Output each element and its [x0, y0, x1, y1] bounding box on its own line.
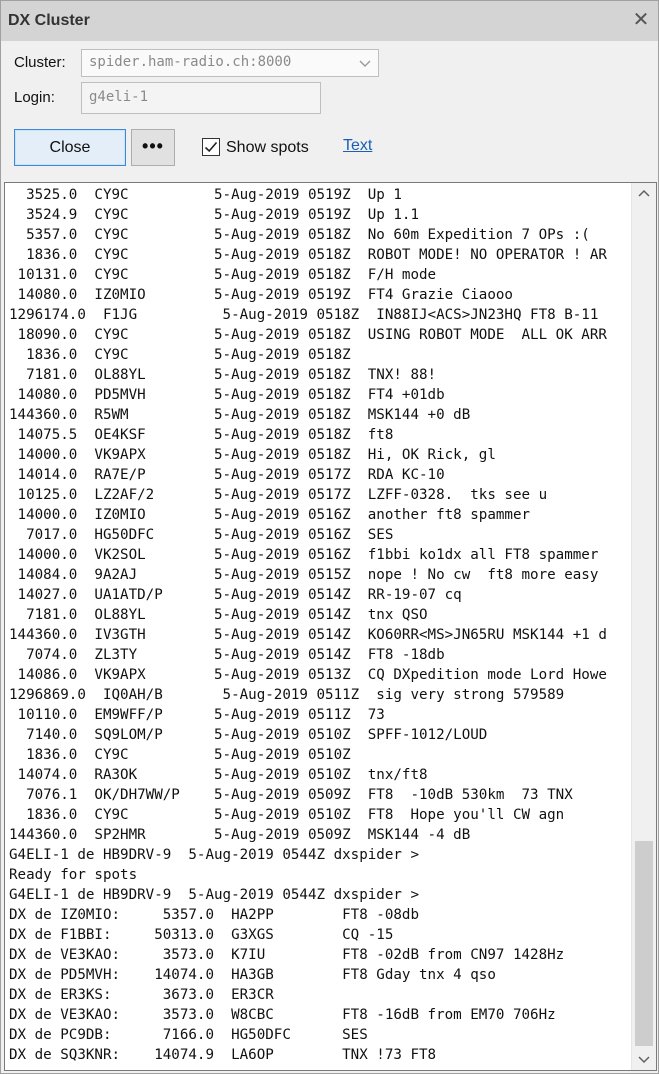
console-line: 14080.0 PD5MVH 5-Aug-2019 0518Z FT4 +01d…: [9, 387, 445, 403]
console-line: 7181.0 OL88YL 5-Aug-2019 0518Z TNX! 88!: [9, 367, 437, 383]
cluster-label: Cluster:: [14, 54, 66, 71]
close-button-label: Close: [49, 139, 91, 156]
console-line: 14084.0 9A2AJ 5-Aug-2019 0515Z nope ! No…: [9, 567, 599, 583]
text-link[interactable]: Text: [343, 137, 372, 155]
cluster-value: spider.ham-radio.ch:8000: [89, 54, 292, 70]
console-line: 1836.0 CY9C 5-Aug-2019 0518Z: [9, 347, 351, 363]
console-line: 5357.0 CY9C 5-Aug-2019 0518Z No 60m Expe…: [9, 227, 590, 243]
console-line: 7076.1 OK/DH7WW/P 5-Aug-2019 0509Z FT8 -…: [9, 787, 573, 803]
title-bar[interactable]: DX Cluster ✕: [1, 1, 658, 41]
console-line: 14000.0 IZ0MIO 5-Aug-2019 0516Z another …: [9, 507, 531, 523]
console-line: 1836.0 CY9C 5-Aug-2019 0510Z FT8 Hope yo…: [9, 807, 565, 823]
show-spots-checkbox[interactable]: [202, 138, 220, 156]
console-line: 144360.0 SP2HMR 5-Aug-2019 0509Z MSK144 …: [9, 827, 471, 843]
console-line: DX de F1BBI: 50313.0 G3XGS CQ -15: [9, 927, 394, 943]
console-line: 7140.0 SQ9LOM/P 5-Aug-2019 0510Z SPFF-10…: [9, 727, 488, 743]
chevron-down-icon[interactable]: [632, 1048, 656, 1070]
show-spots-label[interactable]: Show spots: [226, 139, 309, 157]
console-line: DX de VE3KAO: 3573.0 K7IU FT8 -02dB from…: [9, 947, 565, 963]
console-line: DX de SQ3KNR: 14074.9 LA6OP TNX !73 FT8: [9, 1047, 437, 1063]
console-line: 1296869.0 IQ0AH/B 5-Aug-2019 0511Z sig v…: [9, 687, 565, 703]
console-line: G4ELI-1 de HB9DRV-9 5-Aug-2019 0544Z dxs…: [9, 847, 419, 863]
console-line: DX de PC9DB: 7166.0 HG50DFC SES: [9, 1027, 368, 1043]
chevron-up-icon[interactable]: [632, 183, 656, 205]
console-line: DX de VE3KAO: 3573.0 W8CBC FT8 -16dB fro…: [9, 1007, 556, 1023]
console-line: 10125.0 LZ2AF/2 5-Aug-2019 0517Z LZFF-03…: [9, 487, 548, 503]
console-line: 14027.0 UA1ATD/P 5-Aug-2019 0514Z RR-19-…: [9, 587, 462, 603]
console-line: 14075.5 OE4KSF 5-Aug-2019 0518Z ft8: [9, 427, 394, 443]
console-line: 7017.0 HG50DFC 5-Aug-2019 0516Z SES: [9, 527, 394, 543]
console-line: 1296174.0 F1JG 5-Aug-2019 0518Z IN88IJ<A…: [9, 307, 599, 323]
console-line: G4ELI-1 de HB9DRV-9 5-Aug-2019 0544Z dxs…: [9, 887, 419, 903]
console-line: 14086.0 VK9APX 5-Aug-2019 0513Z CQ DXped…: [9, 667, 607, 683]
console-line: 3525.0 CY9C 5-Aug-2019 0519Z Up 1: [9, 187, 402, 203]
dx-cluster-window: DX Cluster ✕ Cluster: spider.ham-radio.c…: [0, 0, 659, 1074]
close-icon[interactable]: ✕: [630, 9, 652, 31]
console-line: 1836.0 CY9C 5-Aug-2019 0518Z ROBOT MODE!…: [9, 247, 607, 263]
console-line: 18090.0 CY9C 5-Aug-2019 0518Z USING ROBO…: [9, 327, 607, 343]
console-line: DX de PD5MVH: 14074.0 HA3GB FT8 Gday tnx…: [9, 967, 496, 983]
console-line: 1836.0 CY9C 5-Aug-2019 0510Z: [9, 747, 351, 763]
window-title: DX Cluster: [8, 12, 90, 29]
console-line: DX de IZ0MIO: 5357.0 HA2PP FT8 -08db: [9, 907, 419, 923]
console-line: 10131.0 CY9C 5-Aug-2019 0518Z F/H mode: [9, 267, 437, 283]
console-line: 144360.0 R5WM 5-Aug-2019 0518Z MSK144 +0…: [9, 407, 471, 423]
console-line: 7181.0 OL88YL 5-Aug-2019 0514Z tnx QSO: [9, 607, 428, 623]
close-button[interactable]: Close: [14, 129, 126, 166]
more-options-label: •••: [142, 136, 164, 156]
cluster-console[interactable]: 3525.0 CY9C 5-Aug-2019 0519Z Up 1 3524.9…: [4, 182, 657, 1071]
vertical-scrollbar[interactable]: [631, 183, 656, 1070]
more-options-button[interactable]: •••: [131, 129, 175, 166]
console-line: Ready for spots: [9, 867, 138, 883]
chevron-down-icon[interactable]: [352, 50, 378, 76]
console-line: 10110.0 EM9WFF/P 5-Aug-2019 0511Z 73: [9, 707, 385, 723]
console-line: 14080.0 IZ0MIO 5-Aug-2019 0519Z FT4 Graz…: [9, 287, 513, 303]
console-line: 3524.9 CY9C 5-Aug-2019 0519Z Up 1.1: [9, 207, 419, 223]
console-lines: 3525.0 CY9C 5-Aug-2019 0519Z Up 1 3524.9…: [9, 185, 630, 1065]
login-value: g4eli-1: [89, 89, 149, 105]
console-line: 7074.0 ZL3TY 5-Aug-2019 0514Z FT8 -18db: [9, 647, 445, 663]
console-line: 14000.0 VK2SOL 5-Aug-2019 0516Z f1bbi ko…: [9, 547, 599, 563]
console-line: 144360.0 IV3GTH 5-Aug-2019 0514Z KO60RR<…: [9, 627, 607, 643]
console-line: 14074.0 RA3OK 5-Aug-2019 0510Z tnx/ft8: [9, 767, 428, 783]
checkmark-icon: [204, 141, 218, 153]
console-line: DX de ER3KS: 3673.0 ER3CR: [9, 987, 274, 1003]
console-line: 14014.0 RA7E/P 5-Aug-2019 0517Z RDA KC-1…: [9, 467, 445, 483]
login-label: Login:: [14, 89, 55, 106]
console-line: 14000.0 VK9APX 5-Aug-2019 0518Z Hi, OK R…: [9, 447, 496, 463]
scrollbar-thumb[interactable]: [635, 841, 653, 1046]
cluster-select[interactable]: spider.ham-radio.ch:8000: [81, 49, 379, 77]
login-field[interactable]: g4eli-1: [81, 82, 321, 114]
